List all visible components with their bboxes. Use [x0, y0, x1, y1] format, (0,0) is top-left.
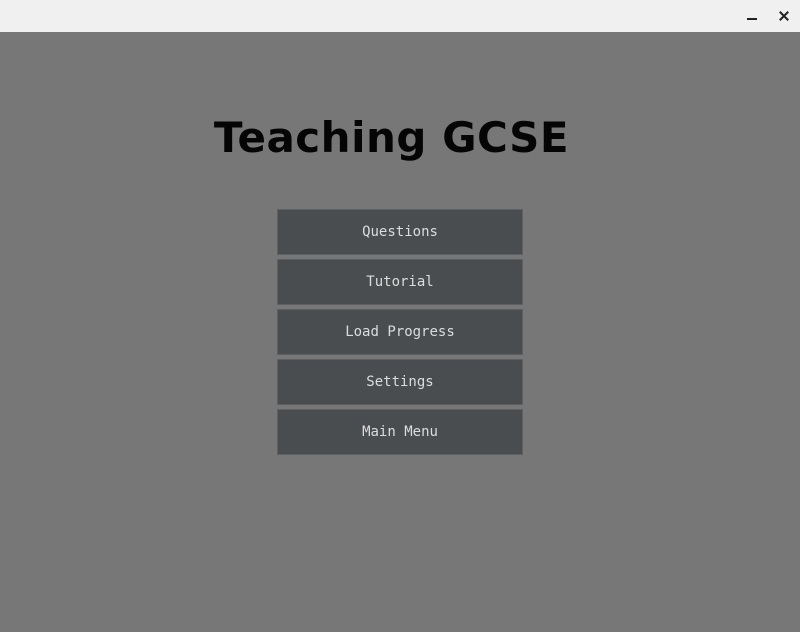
- close-button[interactable]: [768, 0, 800, 32]
- close-icon: [778, 10, 790, 22]
- load-progress-button[interactable]: Load Progress: [277, 309, 523, 355]
- main-menu-button[interactable]: Main Menu: [277, 409, 523, 455]
- app-window: Teaching GCSE Questions Tutorial Load Pr…: [0, 0, 800, 632]
- questions-button[interactable]: Questions: [277, 209, 523, 255]
- minimize-icon: [747, 18, 757, 20]
- app-title: Teaching GCSE: [213, 113, 570, 162]
- main-menu: Questions Tutorial Load Progress Setting…: [277, 209, 523, 459]
- minimize-button[interactable]: [736, 0, 768, 32]
- window-titlebar: [0, 0, 800, 32]
- tutorial-button[interactable]: Tutorial: [277, 259, 523, 305]
- settings-button[interactable]: Settings: [277, 359, 523, 405]
